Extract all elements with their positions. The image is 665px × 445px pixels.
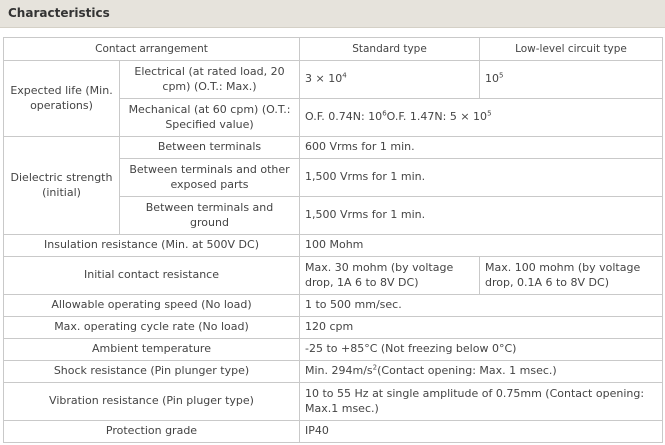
section-header: Characteristics: [0, 0, 665, 28]
characteristics-table: Contact arrangement Standard type Low-le…: [3, 37, 663, 443]
shock-value: Min. 294m/s2(Contact opening: Max. 1 mse…: [299, 360, 663, 383]
expected-life-label: Expected life (Min. operations): [3, 60, 120, 137]
cycle-rate-label: Max. operating cycle rate (No load): [3, 316, 300, 339]
table-row: Allowable operating speed (No load) 1 to…: [3, 294, 663, 317]
table-row: Shock resistance (Pin plunger type) Min.…: [3, 360, 663, 383]
mechanical-value: O.F. 0.74N: 106O.F. 1.47N: 5 × 105: [299, 98, 663, 137]
table-row: Initial contact resistance Max. 30 mohm …: [3, 256, 663, 295]
table-row: Expected life (Min. operations) Electric…: [3, 60, 663, 137]
exposed-parts-label: Between terminals and other exposed part…: [119, 158, 300, 197]
header-standard-type: Standard type: [299, 37, 480, 61]
contact-resistance-low-level: Max. 100 mohm (by voltage drop, 0.1A 6 t…: [479, 256, 663, 295]
electrical-label: Electrical (at rated load, 20 cpm) (O.T.…: [119, 60, 300, 99]
table-row: Vibration resistance (Pin pluger type) 1…: [3, 382, 663, 421]
contact-resistance-label: Initial contact resistance: [3, 256, 300, 295]
electrical-low-level-value: 105: [479, 60, 663, 99]
insulation-label: Insulation resistance (Min. at 500V DC): [3, 234, 300, 257]
cycle-rate-value: 120 cpm: [299, 316, 663, 339]
vibration-label: Vibration resistance (Pin pluger type): [3, 382, 300, 421]
operating-speed-label: Allowable operating speed (No load): [3, 294, 300, 317]
table-row: Protection grade IP40: [3, 420, 663, 443]
between-terminals-value: 600 Vrms for 1 min.: [299, 136, 663, 159]
header-contact-arrangement: Contact arrangement: [3, 37, 300, 61]
protection-value: IP40: [299, 420, 663, 443]
table-header-row: Contact arrangement Standard type Low-le…: [3, 37, 663, 61]
vibration-value: 10 to 55 Hz at single amplitude of 0.75m…: [299, 382, 663, 421]
protection-label: Protection grade: [3, 420, 300, 443]
mechanical-label: Mechanical (at 60 cpm) (O.T.: Specified …: [119, 98, 300, 137]
table-row: Max. operating cycle rate (No load) 120 …: [3, 316, 663, 339]
table-row: Insulation resistance (Min. at 500V DC) …: [3, 234, 663, 257]
between-terminals-label: Between terminals: [119, 136, 300, 159]
operating-speed-value: 1 to 500 mm/sec.: [299, 294, 663, 317]
ambient-label: Ambient temperature: [3, 338, 300, 361]
table-row: Dielectric strength (initial) Between te…: [3, 136, 663, 235]
table-row: Ambient temperature -25 to +85°C (Not fr…: [3, 338, 663, 361]
ground-label: Between terminals and ground: [119, 196, 300, 235]
electrical-standard-value: 3 × 104: [299, 60, 480, 99]
insulation-value: 100 Mohm: [299, 234, 663, 257]
contact-resistance-standard: Max. 30 mohm (by voltage drop, 1A 6 to 8…: [299, 256, 480, 295]
ground-value: 1,500 Vrms for 1 min.: [299, 196, 663, 235]
section-title: Characteristics: [8, 6, 110, 20]
shock-label: Shock resistance (Pin plunger type): [3, 360, 300, 383]
header-low-level: Low-level circuit type: [479, 37, 663, 61]
dielectric-label: Dielectric strength (initial): [3, 136, 120, 235]
exposed-parts-value: 1,500 Vrms for 1 min.: [299, 158, 663, 197]
ambient-value: -25 to +85°C (Not freezing below 0°C): [299, 338, 663, 361]
